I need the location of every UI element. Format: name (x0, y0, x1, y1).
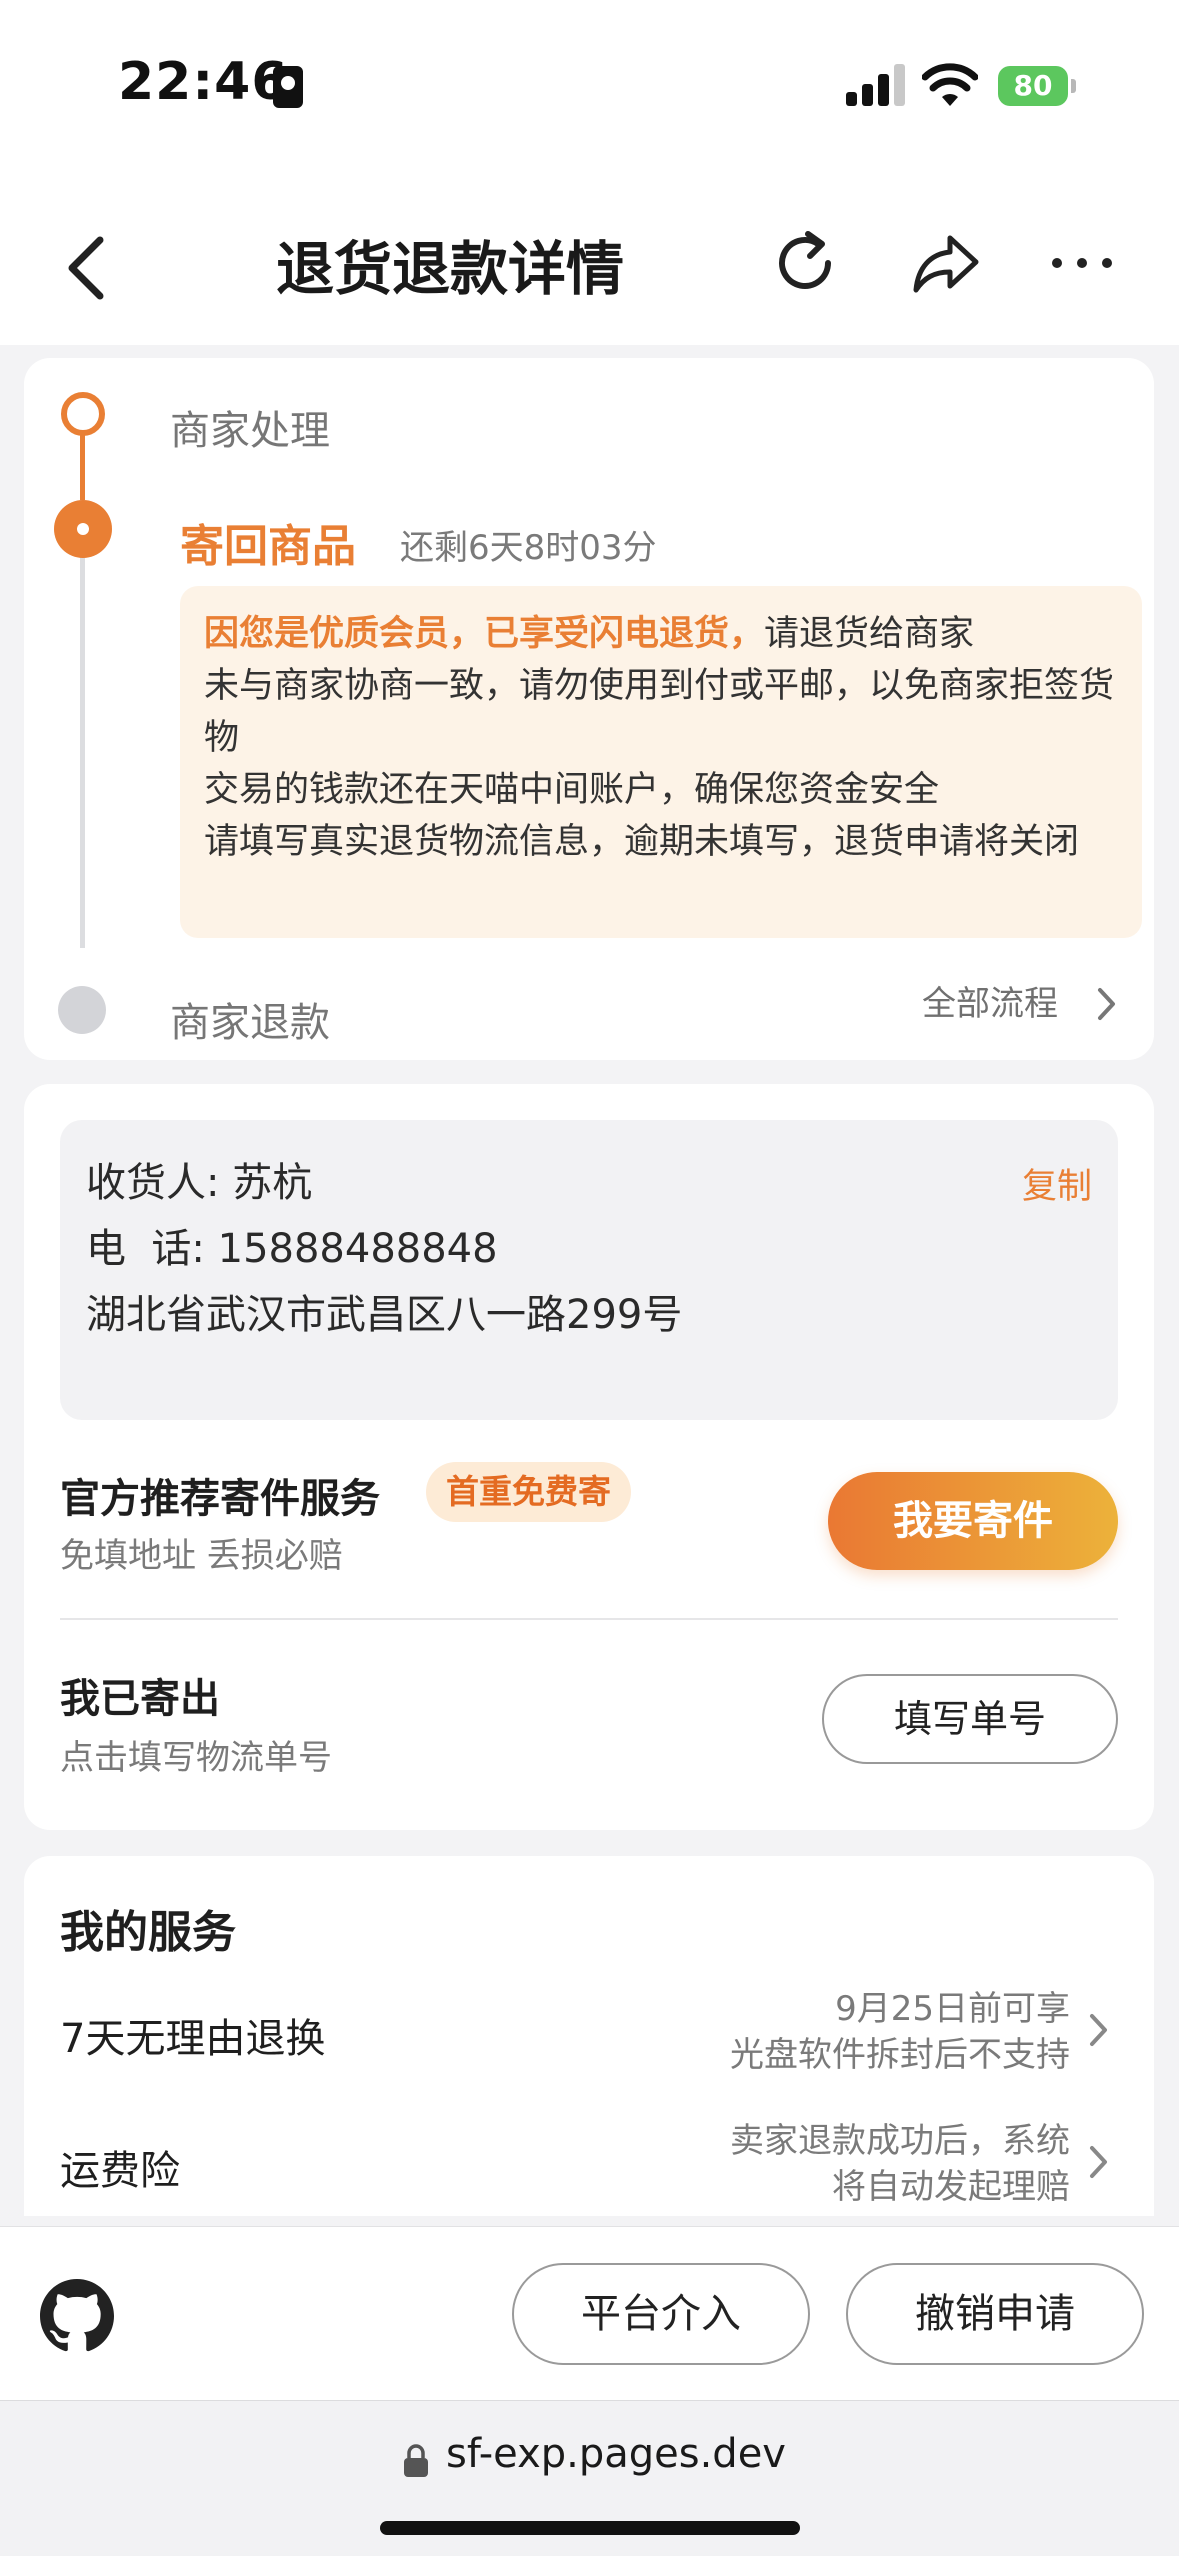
return-notice: 因您是优质会员，已享受闪电退货，请退货给商家 未与商家协商一致，请勿使用到付或平… (180, 586, 1142, 938)
timeline-node-pending (58, 986, 106, 1034)
service-shipping-insurance-desc: 卖家退款成功后，系统 将自动发起理赔 (610, 2118, 1070, 2210)
notice-line-3: 交易的钱款还在天喵中间账户，确保您资金安全 (204, 770, 940, 810)
more-icon[interactable] (1050, 242, 1114, 282)
refresh-icon[interactable] (768, 226, 842, 300)
recommended-service-title: 官方推荐寄件服务 (60, 1476, 380, 1522)
wifi-icon (922, 63, 978, 106)
receiver-row: 收货人: 苏杭 (86, 1150, 312, 1208)
divider (60, 1618, 1118, 1620)
notice-line-2: 未与商家协商一致，请勿使用到付或平邮，以免商家拒签货物 (204, 666, 1115, 758)
send-package-button[interactable]: 我要寄件 (828, 1472, 1118, 1570)
nav-bar: 退货退款详情 (0, 190, 1179, 345)
receiver-label: 收货人: (86, 1160, 220, 1206)
timeline-node-current (54, 500, 112, 558)
page-title: 退货退款详情 (275, 235, 624, 303)
already-sent-subtitle: 点击填写物流单号 (60, 1738, 332, 1778)
chevron-right-icon[interactable] (1088, 2144, 1110, 2180)
share-icon[interactable] (910, 228, 982, 298)
focus-mode-icon (273, 66, 303, 108)
recommended-service-subtitle: 免填地址 丢损必赔 (60, 1536, 343, 1576)
step-merchant-refund: 商家退款 (170, 1000, 330, 1046)
service-desc-line: 将自动发起理赔 (832, 2167, 1070, 2207)
chevron-right-icon[interactable] (1096, 986, 1118, 1022)
bottom-action-bar: 平台介入 撤销申请 (0, 2226, 1179, 2400)
shipping-card: 收货人: 苏杭 电 话: 15888488848 湖北省武汉市武昌区八一路299… (24, 1084, 1154, 1830)
github-icon[interactable] (40, 2279, 114, 2353)
service-desc-line: 卖家退款成功后，系统 (730, 2121, 1070, 2161)
notice-line-4: 请填写真实退货物流信息，逾期未填写，退货申请将关闭 (204, 822, 1080, 862)
fill-tracking-number-button[interactable]: 填写单号 (822, 1674, 1118, 1764)
step-return-goods: 寄回商品 (180, 521, 356, 572)
return-address-box: 收货人: 苏杭 电 话: 15888488848 湖北省武汉市武昌区八一路299… (60, 1120, 1118, 1420)
status-bar: 22:46 80 (0, 0, 1179, 190)
all-flow-link[interactable]: 全部流程 (922, 976, 1058, 1025)
browser-url-bar: sf-exp.pages.dev (0, 2400, 1179, 2556)
refund-progress-card: 商家处理 寄回商品 还剩6天8时03分 因您是优质会员，已享受闪电退货，请退货给… (24, 358, 1154, 1060)
phone-row: 电 话: 15888488848 (86, 1216, 498, 1274)
chevron-right-icon[interactable] (1088, 2012, 1110, 2048)
phone-number: 15888488848 (217, 1226, 498, 1272)
url-text[interactable]: sf-exp.pages.dev (446, 2431, 786, 2477)
service-desc-line: 光盘软件拆封后不支持 (730, 2035, 1070, 2075)
cellular-signal-icon (846, 64, 906, 106)
free-shipping-badge: 首重免费寄 (426, 1462, 631, 1522)
receiver-name: 苏杭 (232, 1160, 313, 1206)
my-services-card: 我的服务 7天无理由退换 9月25日前可享 光盘软件拆封后不支持 运费险 卖家退… (24, 1856, 1154, 2216)
home-indicator[interactable] (380, 2521, 800, 2535)
notice-line-1: 请退货给商家 (764, 614, 975, 654)
service-return-7days[interactable]: 7天无理由退换 (60, 2006, 325, 2064)
phone-label: 电 话: (86, 1226, 205, 1272)
service-shipping-insurance[interactable]: 运费险 (60, 2138, 180, 2196)
remaining-time: 还剩6天8时03分 (400, 528, 657, 568)
service-desc-line: 9月25日前可享 (835, 1989, 1070, 2029)
service-return-7days-desc: 9月25日前可享 光盘软件拆封后不支持 (610, 1986, 1070, 2078)
timeline-node-done (61, 392, 105, 436)
services-title: 我的服务 (60, 1907, 236, 1958)
platform-intervention-button[interactable]: 平台介入 (512, 2263, 810, 2365)
battery-icon: 80 (998, 66, 1076, 106)
copy-button[interactable]: 复制 (1022, 1158, 1092, 1209)
status-time: 22:46 (118, 52, 289, 112)
step-merchant-processing: 商家处理 (170, 408, 330, 454)
notice-highlight: 因您是优质会员，已享受闪电退货， (204, 614, 765, 654)
already-sent-title: 我已寄出 (60, 1676, 220, 1722)
address-text: 湖北省武汉市武昌区八一路299号 (86, 1292, 683, 1338)
lock-icon (404, 2444, 428, 2477)
cancel-request-button[interactable]: 撤销申请 (846, 2263, 1144, 2365)
